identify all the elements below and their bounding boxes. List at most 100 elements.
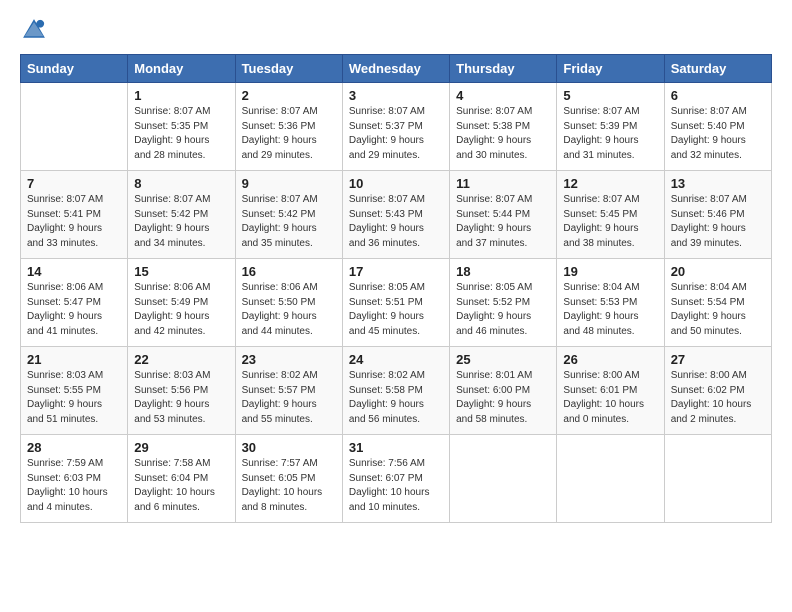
calendar-cell: 7 Sunrise: 8:07 AM Sunset: 5:41 PM Daylig… [21, 171, 128, 259]
calendar-cell [21, 83, 128, 171]
calendar-cell: 28 Sunrise: 7:59 AM Sunset: 6:03 PM Dayli… [21, 435, 128, 523]
logo [20, 16, 52, 44]
day-info: Sunrise: 8:07 AM Sunset: 5:41 PM Dayligh… [27, 193, 121, 251]
day-info: Sunrise: 8:02 AM Sunset: 5:57 PM Dayligh… [242, 369, 336, 427]
day-info: Sunrise: 8:07 AM Sunset: 5:40 PM Dayligh… [671, 105, 765, 163]
day-info: Sunrise: 7:59 AM Sunset: 6:03 PM Dayligh… [27, 457, 121, 515]
day-info: Sunrise: 8:03 AM Sunset: 5:56 PM Dayligh… [134, 369, 228, 427]
calendar-cell: 14 Sunrise: 8:06 AM Sunset: 5:47 PM Dayli… [21, 259, 128, 347]
day-number: 31 [349, 440, 443, 455]
day-info: Sunrise: 8:06 AM Sunset: 5:49 PM Dayligh… [134, 281, 228, 339]
day-number: 3 [349, 88, 443, 103]
day-info: Sunrise: 8:00 AM Sunset: 6:01 PM Dayligh… [563, 369, 657, 427]
day-info: Sunrise: 8:00 AM Sunset: 6:02 PM Dayligh… [671, 369, 765, 427]
day-info: Sunrise: 7:57 AM Sunset: 6:05 PM Dayligh… [242, 457, 336, 515]
day-info: Sunrise: 7:58 AM Sunset: 6:04 PM Dayligh… [134, 457, 228, 515]
calendar-cell: 16 Sunrise: 8:06 AM Sunset: 5:50 PM Dayli… [235, 259, 342, 347]
calendar-cell: 31 Sunrise: 7:56 AM Sunset: 6:07 PM Dayli… [342, 435, 449, 523]
weekday-header: Friday [557, 55, 664, 83]
day-number: 4 [456, 88, 550, 103]
calendar-cell: 17 Sunrise: 8:05 AM Sunset: 5:51 PM Dayli… [342, 259, 449, 347]
calendar-cell [664, 435, 771, 523]
day-number: 6 [671, 88, 765, 103]
day-info: Sunrise: 8:07 AM Sunset: 5:43 PM Dayligh… [349, 193, 443, 251]
day-number: 16 [242, 264, 336, 279]
weekday-header: Wednesday [342, 55, 449, 83]
calendar-cell: 8Sunrise: 8:07 AM Sunset: 5:42 PM Daylig… [128, 171, 235, 259]
calendar-cell: 3 Sunrise: 8:07 AM Sunset: 5:37 PM Daylig… [342, 83, 449, 171]
day-number: 12 [563, 176, 657, 191]
calendar-cell: 15 Sunrise: 8:06 AM Sunset: 5:49 PM Dayli… [128, 259, 235, 347]
calendar-cell: 11 Sunrise: 8:07 AM Sunset: 5:44 PM Dayli… [450, 171, 557, 259]
weekday-header: Thursday [450, 55, 557, 83]
calendar-cell: 24 Sunrise: 8:02 AM Sunset: 5:58 PM Dayli… [342, 347, 449, 435]
day-number: 20 [671, 264, 765, 279]
calendar-cell [557, 435, 664, 523]
day-info: Sunrise: 8:06 AM Sunset: 5:47 PM Dayligh… [27, 281, 121, 339]
day-number: 23 [242, 352, 336, 367]
weekday-header: Monday [128, 55, 235, 83]
calendar-table: SundayMondayTuesdayWednesdayThursdayFrid… [20, 54, 772, 523]
day-number: 28 [27, 440, 121, 455]
day-number: 26 [563, 352, 657, 367]
day-number: 2 [242, 88, 336, 103]
day-info: Sunrise: 7:56 AM Sunset: 6:07 PM Dayligh… [349, 457, 443, 515]
day-number: 15 [134, 264, 228, 279]
day-number: 18 [456, 264, 550, 279]
day-info: Sunrise: 8:06 AM Sunset: 5:50 PM Dayligh… [242, 281, 336, 339]
day-number: 11 [456, 176, 550, 191]
day-info: Sunrise: 8:07 AM Sunset: 5:45 PM Dayligh… [563, 193, 657, 251]
day-info: Sunrise: 8:05 AM Sunset: 5:52 PM Dayligh… [456, 281, 550, 339]
calendar-cell: 4 Sunrise: 8:07 AM Sunset: 5:38 PM Daylig… [450, 83, 557, 171]
day-number: 7 [27, 176, 121, 191]
weekday-header: Tuesday [235, 55, 342, 83]
calendar-cell [450, 435, 557, 523]
day-info: Sunrise: 8:07 AM Sunset: 5:46 PM Dayligh… [671, 193, 765, 251]
calendar-cell: 2 Sunrise: 8:07 AM Sunset: 5:36 PM Daylig… [235, 83, 342, 171]
weekday-header: Sunday [21, 55, 128, 83]
calendar-cell: 26 Sunrise: 8:00 AM Sunset: 6:01 PM Dayli… [557, 347, 664, 435]
day-info: Sunrise: 8:03 AM Sunset: 5:55 PM Dayligh… [27, 369, 121, 427]
day-info: Sunrise: 8:07 AM Sunset: 5:44 PM Dayligh… [456, 193, 550, 251]
calendar-cell: 5Sunrise: 8:07 AM Sunset: 5:39 PM Daylig… [557, 83, 664, 171]
day-number: 30 [242, 440, 336, 455]
day-info: Sunrise: 8:05 AM Sunset: 5:51 PM Dayligh… [349, 281, 443, 339]
calendar-cell: 29 Sunrise: 7:58 AM Sunset: 6:04 PM Dayli… [128, 435, 235, 523]
day-number: 24 [349, 352, 443, 367]
day-number: 25 [456, 352, 550, 367]
day-info: Sunrise: 8:02 AM Sunset: 5:58 PM Dayligh… [349, 369, 443, 427]
day-number: 27 [671, 352, 765, 367]
calendar-cell: 9 Sunrise: 8:07 AM Sunset: 5:42 PM Daylig… [235, 171, 342, 259]
logo-icon [20, 16, 48, 44]
calendar-cell: 6 Sunrise: 8:07 AM Sunset: 5:40 PM Daylig… [664, 83, 771, 171]
calendar-cell: 27 Sunrise: 8:00 AM Sunset: 6:02 PM Dayli… [664, 347, 771, 435]
day-info: Sunrise: 8:07 AM Sunset: 5:35 PM Dayligh… [134, 105, 228, 163]
day-number: 14 [27, 264, 121, 279]
calendar-cell: 23 Sunrise: 8:02 AM Sunset: 5:57 PM Dayli… [235, 347, 342, 435]
day-number: 10 [349, 176, 443, 191]
day-number: 29 [134, 440, 228, 455]
day-number: 21 [27, 352, 121, 367]
calendar-cell: 22Sunrise: 8:03 AM Sunset: 5:56 PM Dayli… [128, 347, 235, 435]
calendar-cell: 18 Sunrise: 8:05 AM Sunset: 5:52 PM Dayli… [450, 259, 557, 347]
calendar-cell: 21 Sunrise: 8:03 AM Sunset: 5:55 PM Dayli… [21, 347, 128, 435]
calendar-cell: 13 Sunrise: 8:07 AM Sunset: 5:46 PM Dayli… [664, 171, 771, 259]
weekday-header: Saturday [664, 55, 771, 83]
calendar-cell: 25 Sunrise: 8:01 AM Sunset: 6:00 PM Dayli… [450, 347, 557, 435]
calendar-cell: 19Sunrise: 8:04 AM Sunset: 5:53 PM Dayli… [557, 259, 664, 347]
day-number: 9 [242, 176, 336, 191]
day-number: 17 [349, 264, 443, 279]
calendar-cell: 10 Sunrise: 8:07 AM Sunset: 5:43 PM Dayli… [342, 171, 449, 259]
day-info: Sunrise: 8:07 AM Sunset: 5:36 PM Dayligh… [242, 105, 336, 163]
day-info: Sunrise: 8:07 AM Sunset: 5:39 PM Dayligh… [563, 105, 657, 163]
day-info: Sunrise: 8:01 AM Sunset: 6:00 PM Dayligh… [456, 369, 550, 427]
calendar-cell: 30 Sunrise: 7:57 AM Sunset: 6:05 PM Dayli… [235, 435, 342, 523]
calendar-cell: 20 Sunrise: 8:04 AM Sunset: 5:54 PM Dayli… [664, 259, 771, 347]
day-info: Sunrise: 8:07 AM Sunset: 5:42 PM Dayligh… [242, 193, 336, 251]
day-info: Sunrise: 8:04 AM Sunset: 5:54 PM Dayligh… [671, 281, 765, 339]
day-info: Sunrise: 8:07 AM Sunset: 5:38 PM Dayligh… [456, 105, 550, 163]
day-number: 1 [134, 88, 228, 103]
calendar-cell: 12 Sunrise: 8:07 AM Sunset: 5:45 PM Dayli… [557, 171, 664, 259]
day-number: 13 [671, 176, 765, 191]
day-info: Sunrise: 8:07 AM Sunset: 5:37 PM Dayligh… [349, 105, 443, 163]
